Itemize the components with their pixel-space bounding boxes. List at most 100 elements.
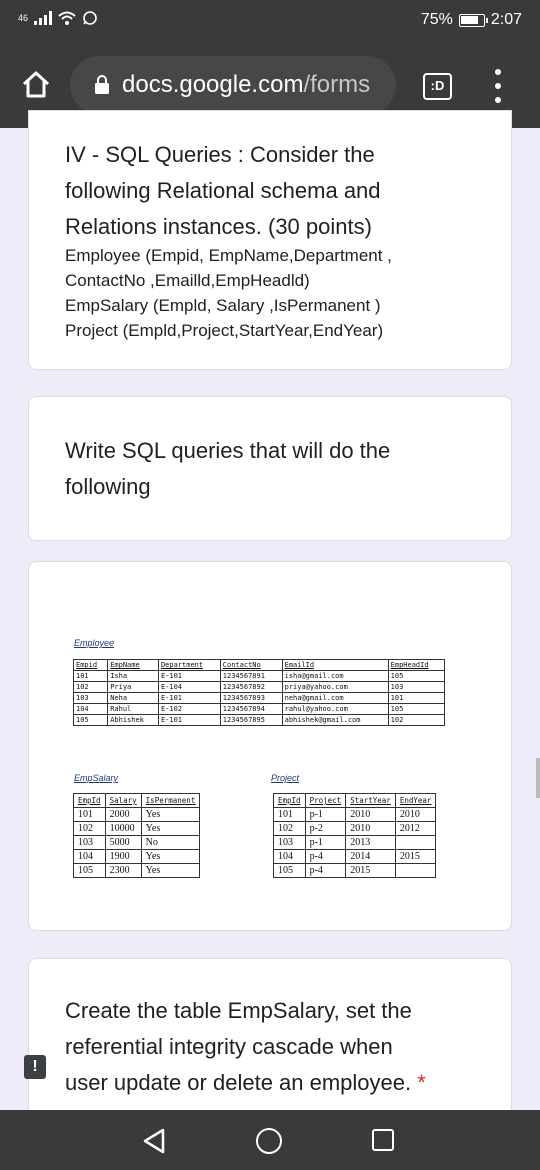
table-cell: 103 bbox=[387, 681, 446, 693]
status-bar: 46 75% 2:07 bbox=[0, 0, 540, 42]
question-card-instructions: Write SQL queries that will do the follo… bbox=[28, 396, 512, 541]
table-cell: 105 bbox=[387, 703, 446, 715]
project-header: EmpId Project StartYear EndYear bbox=[273, 793, 437, 808]
employee-label: Employee bbox=[74, 638, 115, 648]
table-cell: p-4 bbox=[304, 863, 347, 878]
table-cell: 2015 bbox=[345, 863, 396, 878]
column-header: EmpId bbox=[273, 793, 306, 808]
question-description: Employee (Empid, EmpName,Department , Co… bbox=[65, 246, 392, 340]
scrollbar[interactable] bbox=[536, 758, 540, 798]
table-cell: 103 bbox=[273, 835, 306, 850]
project-row: 104 p-4 2014 2015 bbox=[273, 849, 437, 864]
table-cell: 102 bbox=[273, 821, 306, 836]
table-cell bbox=[394, 835, 437, 850]
empsalary-row: 104 1900 Yes bbox=[73, 849, 201, 864]
employee-row: 104 Rahul E-102 1234567894 rahul@yahoo.com 10… bbox=[72, 703, 446, 715]
table-cell: 104 bbox=[273, 849, 306, 864]
employee-row: 101 Isha E-101 1234567891 isha@gmail.com 105 bbox=[72, 670, 446, 682]
network-label: 46 bbox=[18, 13, 29, 23]
question-title: Write SQL queries that will do the follo… bbox=[65, 438, 391, 499]
table-cell: abhishek@gmail.com bbox=[281, 714, 389, 726]
empsalary-row: 102 10000 Yes bbox=[73, 821, 201, 836]
whatsapp-icon bbox=[83, 11, 97, 25]
table-cell: 10000 bbox=[104, 821, 142, 836]
table-cell: 2012 bbox=[394, 821, 437, 836]
table-cell: Yes bbox=[140, 863, 201, 878]
table-cell: 2010 bbox=[394, 807, 437, 822]
project-row: 103 p-1 2013 bbox=[273, 835, 437, 850]
question-title: IV - SQL Queries : Consider the followin… bbox=[65, 142, 381, 239]
empsalary-row: 103 5000 No bbox=[73, 835, 201, 850]
report-issue-icon[interactable]: ! bbox=[24, 1055, 46, 1079]
table-cell: p-2 bbox=[304, 821, 347, 836]
url-path: /forms bbox=[303, 71, 371, 98]
table-cell: neha@gmail.com bbox=[281, 692, 389, 704]
system-nav-bar bbox=[0, 1110, 540, 1170]
table-cell: 2013 bbox=[345, 835, 396, 850]
column-header: EmpHeadId bbox=[387, 659, 446, 671]
table-cell: Isha bbox=[107, 670, 159, 682]
table-cell: isha@gmail.com bbox=[281, 670, 389, 682]
table-cell: E-101 bbox=[157, 714, 221, 726]
table-cell: Priya bbox=[107, 681, 159, 693]
table-cell: Yes bbox=[140, 807, 201, 822]
table-cell: 104 bbox=[73, 849, 106, 864]
empsalary-table: EmpId Salary IsPermanent 101 2000 Yes 102 10000… bbox=[73, 793, 201, 878]
table-cell: Neha bbox=[107, 692, 159, 704]
back-icon[interactable] bbox=[142, 1128, 166, 1154]
table-cell: 2010 bbox=[345, 821, 396, 836]
table-cell: No bbox=[140, 835, 201, 850]
table-cell: 5000 bbox=[104, 835, 142, 850]
table-cell: 102 bbox=[73, 821, 106, 836]
column-header: Department bbox=[157, 659, 221, 671]
employee-row: 102 Priya E-104 1234567892 priya@yahoo.com 10… bbox=[72, 681, 446, 693]
column-header: Salary bbox=[104, 793, 142, 808]
table-cell: E-101 bbox=[157, 692, 221, 704]
table-cell: p-1 bbox=[304, 835, 347, 850]
table-cell: 101 bbox=[387, 692, 446, 704]
table-cell: E-101 bbox=[157, 670, 221, 682]
table-cell: 1234567893 bbox=[219, 692, 283, 704]
table-cell: 105 bbox=[387, 670, 446, 682]
project-table: EmpId Project StartYear EndYear 101 p-1 2010 20… bbox=[273, 793, 437, 878]
table-cell: 105 bbox=[73, 863, 106, 878]
table-cell: 105 bbox=[72, 714, 109, 726]
column-header: EmpId bbox=[73, 793, 106, 808]
table-cell: Yes bbox=[140, 849, 201, 864]
column-header: EmpName bbox=[107, 659, 159, 671]
tab-switcher-button[interactable]: :D bbox=[423, 73, 452, 100]
home-icon[interactable] bbox=[20, 69, 52, 101]
home-nav-icon[interactable] bbox=[256, 1128, 282, 1154]
address-bar[interactable]: docs.google.com/forms bbox=[70, 56, 396, 114]
table-cell: E-102 bbox=[157, 703, 221, 715]
more-menu-icon[interactable] bbox=[488, 69, 508, 103]
question-card-schema: IV - SQL Queries : Consider the followin… bbox=[28, 110, 512, 370]
required-asterisk: * bbox=[417, 1070, 426, 1095]
employee-table: Empid EmpName Department ContactNo EmailId Em… bbox=[72, 659, 446, 726]
table-cell: 105 bbox=[273, 863, 306, 878]
empsalary-header: EmpId Salary IsPermanent bbox=[73, 793, 201, 808]
table-cell: 1900 bbox=[104, 849, 142, 864]
table-cell: 103 bbox=[73, 835, 106, 850]
column-header: IsPermanent bbox=[140, 793, 201, 808]
signal-icon bbox=[34, 11, 53, 25]
column-header: EndYear bbox=[394, 793, 437, 808]
table-cell: 1234567895 bbox=[219, 714, 283, 726]
empsalary-row: 105 2300 Yes bbox=[73, 863, 201, 878]
table-cell: 1234567894 bbox=[219, 703, 283, 715]
battery-icon bbox=[458, 13, 488, 27]
column-header: Empid bbox=[72, 659, 109, 671]
table-cell: 103 bbox=[72, 692, 109, 704]
table-cell: 1234567891 bbox=[219, 670, 283, 682]
question-title: Create the table EmpSalary, set the refe… bbox=[65, 998, 426, 1095]
wifi-icon bbox=[58, 11, 76, 25]
url-text: docs.google.com/forms bbox=[122, 71, 370, 99]
recents-icon[interactable] bbox=[372, 1129, 394, 1151]
table-cell: p-1 bbox=[304, 807, 347, 822]
table-cell: Rahul bbox=[107, 703, 159, 715]
url-domain: docs.google.com bbox=[122, 71, 304, 98]
table-cell: rahul@yahoo.com bbox=[281, 703, 389, 715]
table-cell: 2010 bbox=[345, 807, 396, 822]
column-header: EmailId bbox=[281, 659, 389, 671]
table-cell: 2015 bbox=[394, 849, 437, 864]
